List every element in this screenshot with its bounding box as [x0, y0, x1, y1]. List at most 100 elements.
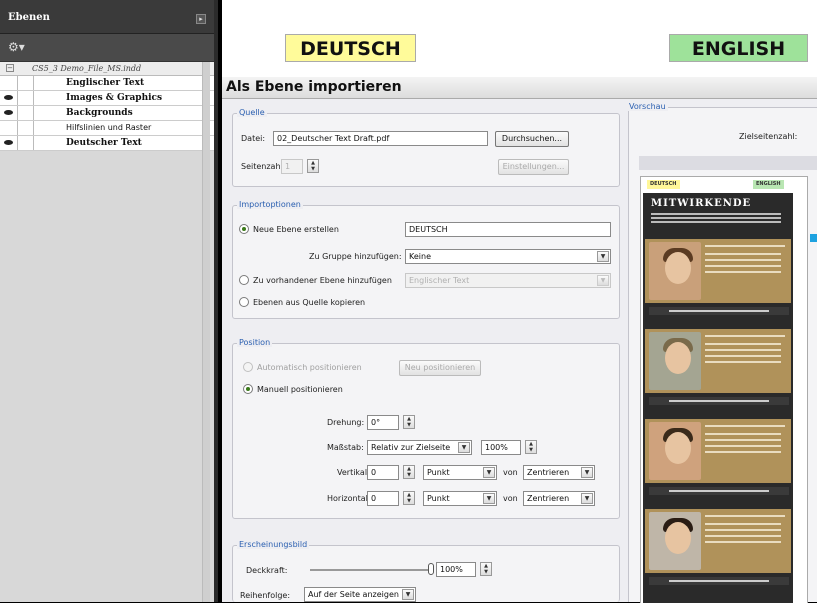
lock-toggle[interactable]	[18, 136, 34, 150]
appearance-legend: Erscheinungsbild	[237, 540, 310, 549]
auto-position-radio[interactable]	[243, 362, 253, 372]
rotation-label: Drehung:	[327, 418, 365, 427]
collapse-icon[interactable]: −	[6, 64, 14, 72]
chevron-down-icon: ▼	[581, 467, 593, 478]
vertical-reference-select[interactable]: Zentrieren ▼	[523, 465, 595, 480]
photo	[649, 512, 701, 570]
preview-marker	[810, 234, 817, 242]
layers-panel-title: Ebenen	[8, 12, 50, 23]
import-options-legend: Importoptionen	[237, 200, 303, 209]
copy-layers-radio[interactable]	[239, 297, 249, 307]
face	[665, 432, 691, 464]
layer-row-hilfslinien[interactable]: Hilfslinien und Raster	[0, 121, 214, 136]
new-layer-label: Neue Ebene erstellen	[253, 225, 339, 234]
lock-toggle[interactable]	[18, 106, 34, 120]
horizontal-reference-select[interactable]: Zentrieren ▼	[523, 491, 595, 506]
file-field[interactable]: 02_Deutscher Text Draft.pdf	[273, 131, 488, 146]
eye-icon[interactable]	[0, 106, 18, 120]
deutsch-label: DEUTSCH	[285, 34, 416, 62]
scale-stepper[interactable]: ▲ ▼	[525, 440, 537, 454]
chevron-down-icon: ▼	[483, 467, 495, 478]
existing-layer-select-value: Englischer Text	[409, 276, 470, 285]
manual-position-label: Manuell positionieren	[257, 385, 343, 394]
layers-panel-header: Ebenen ▸	[0, 0, 214, 34]
panel-options-icon[interactable]: ⚙▾	[0, 34, 214, 62]
existing-layer-radio[interactable]	[239, 275, 249, 285]
chevron-down-icon: ▼	[597, 275, 609, 286]
lock-toggle[interactable]	[18, 121, 34, 135]
preview-contributor-3	[645, 419, 791, 483]
layer-name: Deutscher Text	[66, 138, 142, 148]
preview-toolbar	[639, 156, 817, 170]
photo	[649, 242, 701, 300]
layer-row-backgrounds[interactable]: Backgrounds	[0, 106, 214, 121]
opacity-slider-handle[interactable]	[428, 563, 434, 575]
new-layer-radio[interactable]	[239, 224, 249, 234]
import-options-group: Importoptionen Neue Ebene erstellen DEUT…	[232, 200, 620, 319]
face	[665, 522, 691, 554]
auto-position-label: Automatisch positionieren	[257, 363, 362, 372]
preview-caption-2	[649, 397, 789, 405]
reposition-button[interactable]: Neu positionieren	[399, 360, 481, 376]
horizontal-unit-select[interactable]: Punkt ▼	[423, 491, 497, 506]
text-block	[705, 335, 785, 365]
preview-intro-text	[651, 213, 781, 215]
settings-button[interactable]: Einstellungen...	[498, 159, 569, 175]
existing-layer-select[interactable]: Englischer Text ▼	[405, 273, 611, 288]
lock-toggle[interactable]	[18, 76, 34, 90]
layer-name: Englischer Text	[66, 78, 145, 88]
panel-menu-icon[interactable]: ▸	[196, 14, 206, 24]
chevron-down-icon: ▼	[483, 493, 495, 504]
scale-mode-select[interactable]: Relativ zur Zielseite ▼	[367, 440, 472, 455]
layers-scrollbar[interactable]	[202, 62, 210, 602]
page-number-field[interactable]: 1	[281, 159, 303, 174]
visibility-toggle[interactable]	[0, 121, 18, 135]
order-select[interactable]: Auf der Seite anzeigen ▼	[304, 587, 416, 602]
preview-contributor-1	[645, 239, 791, 303]
vertical-unit-select[interactable]: Punkt ▼	[423, 465, 497, 480]
scale-mode-value: Relativ zur Zielseite	[371, 443, 451, 452]
opacity-slider[interactable]	[310, 569, 430, 571]
chevron-down-icon: ▼	[458, 442, 470, 453]
vertical-field[interactable]: 0	[367, 465, 399, 480]
layer-row-englischer-text[interactable]: Englischer Text	[0, 76, 214, 91]
layer-file-row[interactable]: − CS5_3 Demo_File_MS.indd	[0, 62, 214, 76]
opacity-field[interactable]: 100%	[436, 562, 476, 577]
opacity-stepper[interactable]: ▲ ▼	[480, 562, 492, 576]
horizontal-stepper[interactable]: ▲ ▼	[403, 491, 415, 505]
layer-name: Hilfslinien und Raster	[66, 123, 152, 132]
visibility-toggle[interactable]	[0, 76, 18, 90]
new-layer-name-field[interactable]: DEUTSCH	[405, 222, 611, 237]
eye-icon[interactable]	[0, 136, 18, 150]
file-label: Datei:	[241, 134, 266, 143]
page-number-stepper[interactable]: ▲ ▼	[307, 159, 319, 173]
layer-row-deutscher-text[interactable]: Deutscher Text	[0, 136, 214, 151]
page-number-label: Seitenzahl:	[241, 162, 286, 171]
layer-row-images-graphics[interactable]: Images & Graphics	[0, 91, 214, 106]
horizontal-label: Horizontal:	[327, 494, 371, 503]
position-legend: Position	[237, 338, 273, 347]
group-select[interactable]: Keine ▼	[405, 249, 611, 264]
vertical-unit-value: Punkt	[427, 468, 450, 477]
scale-field[interactable]: 100%	[481, 440, 521, 455]
chevron-down-icon: ▼	[597, 251, 609, 262]
preview-heading: MITWIRKENDE	[651, 198, 752, 209]
import-as-layer-dialog: Als Ebene importieren Quelle Datei: 02_D…	[222, 77, 817, 603]
photo	[649, 332, 701, 390]
text-block	[705, 425, 785, 455]
opacity-label: Deckkraft:	[246, 566, 288, 575]
eye-icon[interactable]	[0, 91, 18, 105]
existing-layer-label: Zu vorhandener Ebene hinzufügen	[253, 276, 392, 285]
rotation-field[interactable]: 0°	[367, 415, 399, 430]
manual-position-radio[interactable]	[243, 384, 253, 394]
preview-document: DEUTSCH ENGLISH MITWIRKENDE	[641, 177, 807, 603]
browse-button[interactable]: Durchsuchen...	[495, 131, 569, 147]
rotation-stepper[interactable]: ▲ ▼	[403, 415, 415, 429]
lock-toggle[interactable]	[18, 91, 34, 105]
vertical-label: Vertikal:	[337, 468, 370, 477]
horizontal-field[interactable]: 0	[367, 491, 399, 506]
preview-contributor-2	[645, 329, 791, 393]
vertical-stepper[interactable]: ▲ ▼	[403, 465, 415, 479]
order-label: Reihenfolge:	[240, 591, 291, 600]
preview-caption-4	[649, 577, 789, 585]
